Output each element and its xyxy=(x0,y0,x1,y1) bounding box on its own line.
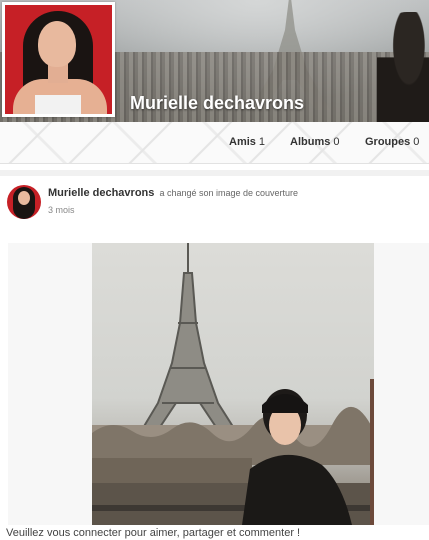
tab-amis-count: 1 xyxy=(258,136,266,148)
post-photo[interactable] xyxy=(92,243,374,525)
avatar-face xyxy=(38,21,76,67)
tab-groupes[interactable]: Groupes 0 xyxy=(365,136,419,148)
tab-albums-count: 0 xyxy=(333,136,340,148)
post-header: Murielle dechavrons a changé son image d… xyxy=(48,187,298,199)
avatar-top xyxy=(35,95,81,114)
post-avatar-face xyxy=(18,191,30,205)
tab-albums-label: Albums xyxy=(290,136,331,148)
section-divider xyxy=(0,170,429,176)
post-action-text: a changé son image de couverture xyxy=(159,188,299,198)
tab-amis[interactable]: Amis 1 xyxy=(229,136,265,148)
post-author-avatar[interactable] xyxy=(7,185,41,219)
photo-scene xyxy=(92,243,374,525)
post-timestamp[interactable]: 3 mois xyxy=(48,205,75,215)
profile-name[interactable]: Murielle dechavrons xyxy=(130,93,304,114)
tab-albums[interactable]: Albums 0 xyxy=(290,136,339,148)
tab-amis-label: Amis xyxy=(229,136,256,148)
tab-groupes-count: 0 xyxy=(413,136,420,148)
login-prompt[interactable]: Veuillez vous connecter pour aimer, part… xyxy=(6,527,300,539)
post-author-link[interactable]: Murielle dechavrons xyxy=(48,187,154,199)
profile-nav: Amis 1 Albums 0 Groupes 0 xyxy=(0,122,429,164)
tab-groupes-label: Groupes xyxy=(365,136,411,148)
cover-person xyxy=(377,12,429,122)
profile-avatar[interactable] xyxy=(2,2,115,117)
